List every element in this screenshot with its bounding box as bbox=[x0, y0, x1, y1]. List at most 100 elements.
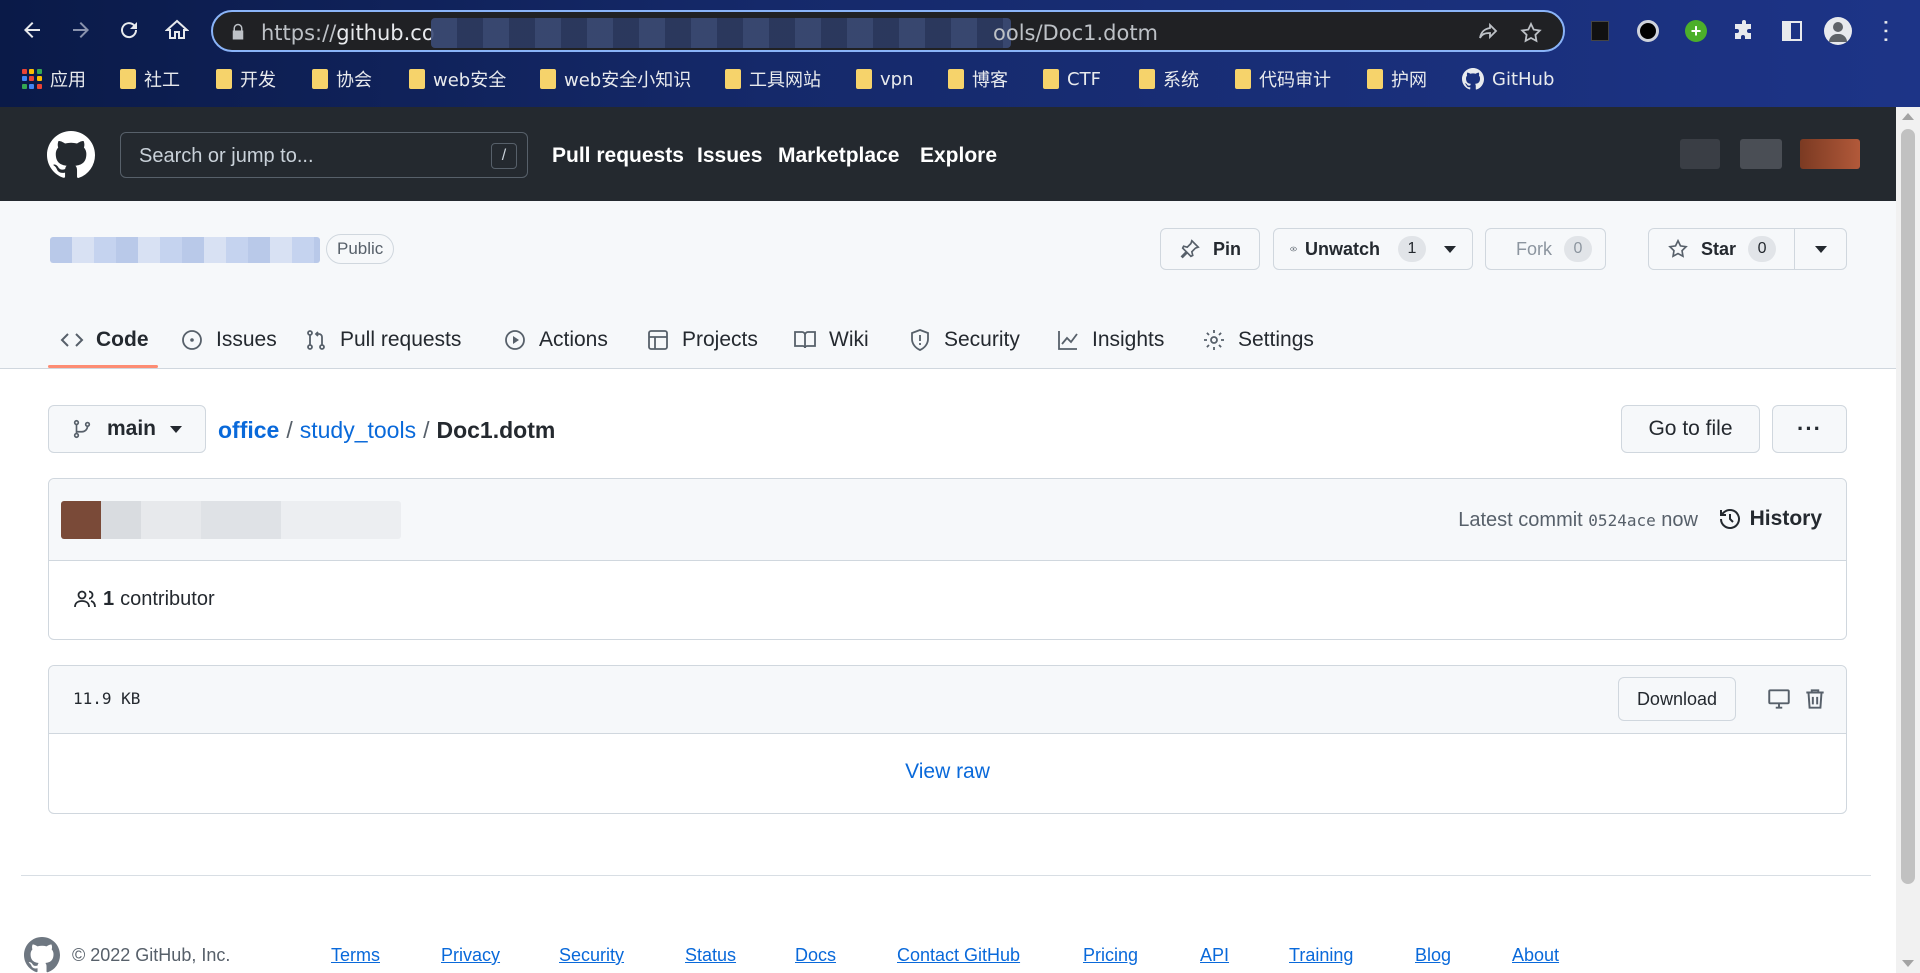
latest-commit-row: Latest commit 0524ace now History bbox=[49, 479, 1846, 561]
user-avatar-redacted[interactable] bbox=[1800, 139, 1860, 169]
footer-divider bbox=[21, 875, 1871, 876]
tab-issues[interactable]: Issues bbox=[180, 311, 277, 369]
more-options-button[interactable]: ··· bbox=[1772, 405, 1847, 453]
back-button[interactable] bbox=[12, 12, 52, 48]
tab-label: Security bbox=[944, 328, 1020, 351]
share-icon[interactable] bbox=[1476, 21, 1500, 45]
contributors-link[interactable]: 1 contributor bbox=[73, 587, 215, 611]
bookmark-folder[interactable]: vpn bbox=[856, 66, 914, 92]
bookmark-label: 工具网站 bbox=[749, 70, 821, 91]
go-to-file-button[interactable]: Go to file bbox=[1621, 405, 1760, 453]
nav-pull-requests[interactable]: Pull requests bbox=[552, 144, 684, 168]
bookmark-apps[interactable]: 应用 bbox=[22, 66, 86, 92]
fork-count: 0 bbox=[1564, 236, 1592, 262]
nav-issues[interactable]: Issues bbox=[697, 144, 762, 168]
git-pull-request-icon bbox=[307, 330, 325, 350]
branch-select-button[interactable]: main bbox=[48, 405, 206, 453]
github-footer-logo-icon[interactable] bbox=[24, 937, 60, 973]
tab-security[interactable]: Security bbox=[908, 311, 1020, 369]
star-button[interactable]: Star 0 bbox=[1649, 229, 1796, 269]
star-bookmark-icon[interactable] bbox=[1519, 21, 1543, 45]
menu-kebab-icon[interactable]: ··· bbox=[1873, 17, 1903, 45]
scrollbar-thumb[interactable] bbox=[1901, 129, 1915, 884]
nav-marketplace[interactable]: Marketplace bbox=[778, 144, 899, 168]
history-link[interactable]: History bbox=[1718, 507, 1822, 531]
tab-code[interactable]: Code bbox=[60, 311, 149, 369]
download-button[interactable]: Download bbox=[1617, 677, 1736, 721]
tab-wiki[interactable]: Wiki bbox=[793, 311, 869, 369]
unwatch-button[interactable]: Unwatch 1 bbox=[1273, 228, 1473, 270]
folder-icon bbox=[120, 69, 136, 89]
breadcrumb-repo-link[interactable]: office bbox=[218, 417, 279, 443]
extension-dark-icon[interactable] bbox=[1586, 17, 1614, 45]
url-text: https://github.co bbox=[261, 21, 435, 45]
side-panel-icon[interactable] bbox=[1778, 17, 1806, 45]
page-scrollbar[interactable] bbox=[1896, 107, 1920, 973]
breadcrumb-folder-link[interactable]: study_tools bbox=[300, 417, 416, 443]
bookmark-folder[interactable]: 护网 bbox=[1367, 66, 1427, 92]
bookmark-folder[interactable]: web安全小知识 bbox=[540, 66, 691, 92]
scroll-up-arrow-icon[interactable] bbox=[1902, 113, 1914, 120]
bookmark-folder[interactable]: 工具网站 bbox=[725, 66, 821, 92]
bookmark-folder[interactable]: 协会 bbox=[312, 66, 372, 92]
scroll-down-arrow-icon[interactable] bbox=[1902, 960, 1914, 967]
footer-link-security[interactable]: Security bbox=[559, 945, 624, 966]
bookmark-folder[interactable]: 社工 bbox=[120, 66, 180, 92]
footer-link-privacy[interactable]: Privacy bbox=[441, 945, 500, 966]
footer-link-docs[interactable]: Docs bbox=[795, 945, 836, 966]
bookmark-folder[interactable]: web安全 bbox=[409, 66, 506, 92]
reload-button[interactable] bbox=[109, 12, 149, 48]
visibility-badge: Public bbox=[326, 234, 395, 264]
latest-commit-meta: Latest commit 0524ace now bbox=[1458, 509, 1698, 532]
footer-link-training[interactable]: Training bbox=[1289, 945, 1353, 966]
address-bar[interactable]: https://github.co ools/Doc1.dotm bbox=[211, 10, 1565, 52]
footer-link-status[interactable]: Status bbox=[685, 945, 736, 966]
bookmark-folder[interactable]: CTF bbox=[1043, 66, 1101, 92]
repo-name-redacted[interactable] bbox=[50, 237, 320, 263]
pin-button[interactable]: Pin bbox=[1160, 228, 1260, 270]
notifications-redacted[interactable] bbox=[1680, 139, 1720, 169]
github-logo-icon[interactable] bbox=[47, 131, 95, 179]
graph-icon bbox=[1058, 331, 1078, 350]
code-icon bbox=[60, 333, 84, 347]
bookmark-folder[interactable]: 开发 bbox=[216, 66, 276, 92]
commit-sha-link[interactable]: 0524ace bbox=[1588, 511, 1655, 530]
git-branch-icon bbox=[73, 419, 91, 439]
search-placeholder: Search or jump to... bbox=[139, 145, 314, 167]
bookmark-label: 社工 bbox=[144, 70, 180, 91]
tab-insights[interactable]: Insights bbox=[1056, 311, 1164, 369]
nav-explore[interactable]: Explore bbox=[920, 144, 997, 168]
desktop-icon[interactable] bbox=[1766, 686, 1792, 712]
tab-actions[interactable]: Actions bbox=[503, 311, 608, 369]
bookmark-folder[interactable]: 系统 bbox=[1139, 66, 1199, 92]
footer-link-about[interactable]: About bbox=[1512, 945, 1559, 966]
tab-settings[interactable]: Settings bbox=[1202, 311, 1314, 369]
bookmark-github[interactable]: GitHub bbox=[1462, 66, 1554, 92]
star-dropdown-button[interactable] bbox=[1795, 229, 1846, 269]
tab-projects[interactable]: Projects bbox=[646, 311, 758, 369]
fork-button[interactable]: Fork 0 bbox=[1485, 228, 1606, 270]
caret-down-icon bbox=[170, 425, 183, 433]
view-raw-link[interactable]: View raw bbox=[49, 760, 1846, 784]
profile-avatar-icon[interactable] bbox=[1824, 17, 1852, 45]
eye-icon bbox=[1290, 246, 1297, 252]
footer-link-terms[interactable]: Terms bbox=[331, 945, 380, 966]
create-new-redacted[interactable] bbox=[1740, 139, 1782, 169]
footer-link-pricing[interactable]: Pricing bbox=[1083, 945, 1138, 966]
bookmark-label: web安全小知识 bbox=[564, 70, 692, 91]
commit-author-redacted[interactable] bbox=[61, 501, 401, 539]
puzzle-icon[interactable] bbox=[1730, 17, 1758, 45]
extension-circle-icon[interactable] bbox=[1634, 17, 1662, 45]
home-button[interactable] bbox=[157, 12, 197, 48]
forward-button[interactable] bbox=[61, 12, 101, 48]
bookmark-label: 协会 bbox=[336, 70, 372, 91]
search-input[interactable]: Search or jump to... / bbox=[120, 132, 528, 178]
tab-pull-requests[interactable]: Pull requests bbox=[304, 311, 461, 369]
bookmark-folder[interactable]: 博客 bbox=[948, 66, 1008, 92]
bookmark-folder[interactable]: 代码审计 bbox=[1235, 66, 1331, 92]
footer-link-api[interactable]: API bbox=[1200, 945, 1229, 966]
extension-plus-icon[interactable]: + bbox=[1682, 17, 1710, 45]
footer-link-blog[interactable]: Blog bbox=[1415, 945, 1451, 966]
footer-link-contact[interactable]: Contact GitHub bbox=[897, 945, 1020, 966]
trash-icon[interactable] bbox=[1802, 686, 1828, 712]
